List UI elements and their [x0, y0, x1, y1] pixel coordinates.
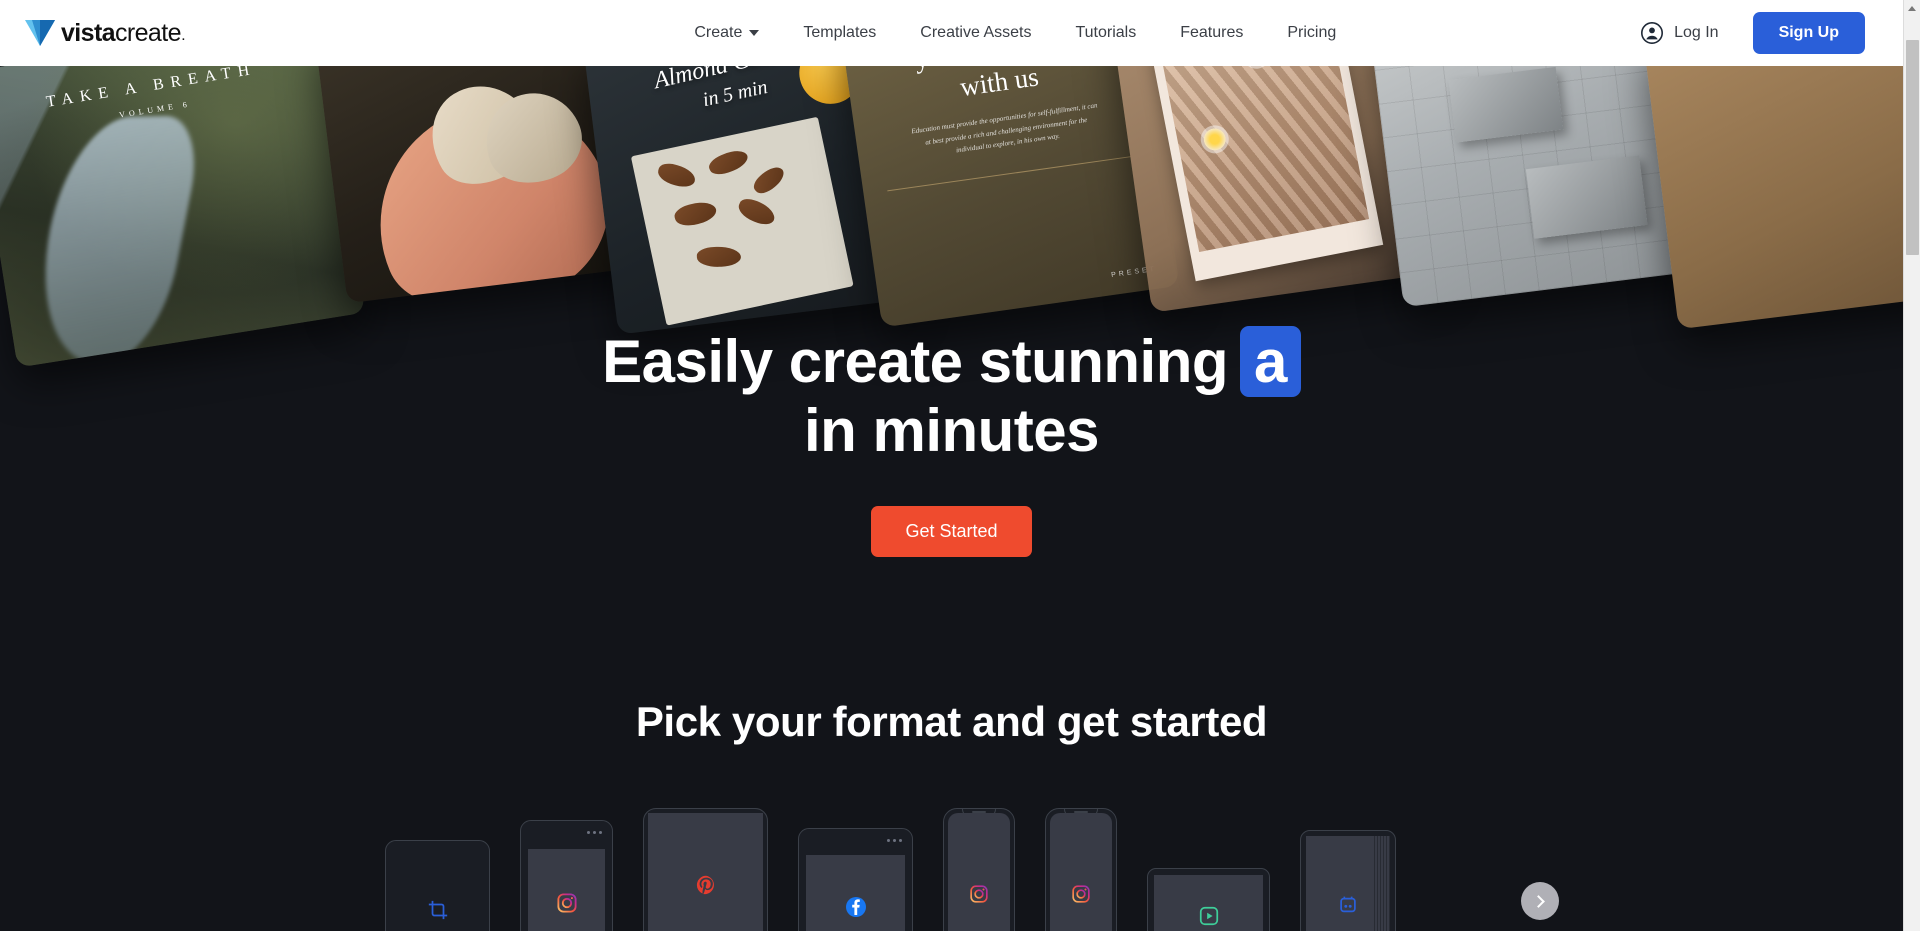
hero-headline-line2: in minutes: [803, 397, 1100, 465]
billboard-icon: [1340, 896, 1356, 913]
hero-rotating-word: a: [1240, 326, 1301, 398]
collage-card-tan-gradient: [1643, 66, 1903, 330]
billboard-posts: [1301, 830, 1395, 831]
login-button-label: Log In: [1674, 24, 1719, 41]
brand-name: vista create.: [61, 18, 185, 47]
nav-item-creative-assets[interactable]: Creative Assets: [920, 24, 1031, 42]
site-header: vista create. Create Templates Creative A…: [0, 0, 1903, 66]
instagram-icon: [970, 885, 988, 903]
nav-item-templates[interactable]: Templates: [803, 24, 876, 42]
format-card-billboard-poster[interactable]: [1300, 830, 1396, 931]
hero-headline: Easily create stunning a in minutes: [0, 326, 1903, 464]
signup-button[interactable]: Sign Up: [1752, 12, 1865, 54]
formats-carousel: [0, 788, 1903, 931]
chevron-down-icon: [749, 30, 760, 36]
brand-name-bold: vista: [61, 18, 116, 47]
hero-content: Easily create stunning a in minutes Get S…: [0, 326, 1903, 558]
more-options-icon: [587, 831, 602, 834]
formats-section: Pick your format and get started: [0, 680, 1903, 931]
brand-logo[interactable]: vista create.: [25, 18, 185, 47]
format-card-instagram-reel[interactable]: [1045, 808, 1117, 931]
more-options-icon: [887, 839, 902, 842]
collage-card-footer: PRESET: [1110, 265, 1158, 280]
crop-icon: [428, 900, 447, 920]
user-circle-icon: [1641, 22, 1664, 44]
page-scrollbar[interactable]: [1903, 0, 1920, 931]
get-started-button[interactable]: Get Started: [871, 506, 1032, 558]
hero-section: TAKE A BREATH VOLUME 6 CLUB Almond Cooki…: [0, 66, 1903, 706]
formats-carousel-track: [385, 808, 1396, 931]
nav-item-create-label: Create: [694, 24, 743, 41]
chevron-right-icon: [1532, 894, 1545, 908]
instagram-icon: [1072, 885, 1090, 903]
scrollbar-thumb[interactable]: [1906, 40, 1919, 255]
format-card-youtube-video[interactable]: [1147, 868, 1270, 931]
instagram-icon: [556, 893, 577, 913]
formats-section-title: Pick your format and get started: [635, 698, 1268, 745]
pinterest-icon: [696, 875, 714, 895]
collage-card-take-a-breath: TAKE A BREATH VOLUME 6: [0, 66, 366, 368]
collage-card-title-line1: your education: [844, 66, 1145, 85]
format-card-custom-size[interactable]: [385, 840, 490, 931]
facebook-icon: [845, 897, 866, 917]
login-button[interactable]: Log In: [1640, 21, 1719, 45]
triangle-up-icon: [1908, 6, 1916, 11]
nav-item-tutorials[interactable]: Tutorials: [1075, 24, 1136, 42]
collage-card-title-line2: with us: [958, 66, 1041, 103]
nav-item-create[interactable]: Create: [694, 24, 760, 42]
hero-headline-line1: Easily create stunning: [602, 328, 1228, 395]
format-card-facebook-post[interactable]: [798, 828, 913, 931]
brand-trademark: .: [181, 30, 185, 43]
main-navigation: Create Templates Creative Assets Tutoria…: [694, 24, 1336, 42]
nav-item-features[interactable]: Features: [1180, 24, 1243, 42]
video-play-icon: [1199, 906, 1218, 926]
header-account-actions: Log In Sign Up: [1640, 12, 1865, 54]
carousel-next-button[interactable]: [1521, 882, 1559, 920]
format-card-pinterest-pin[interactable]: [643, 808, 768, 931]
brand-name-light: create: [114, 18, 181, 47]
nav-item-pricing[interactable]: Pricing: [1287, 24, 1336, 42]
vista-triangle-logo-icon: [25, 20, 55, 46]
format-card-instagram-story[interactable]: [943, 808, 1015, 931]
browser-viewport: vista create. Create Templates Creative A…: [0, 0, 1920, 931]
format-card-instagram-post[interactable]: [520, 820, 613, 931]
scrollbar-up-button[interactable]: [1904, 0, 1920, 17]
